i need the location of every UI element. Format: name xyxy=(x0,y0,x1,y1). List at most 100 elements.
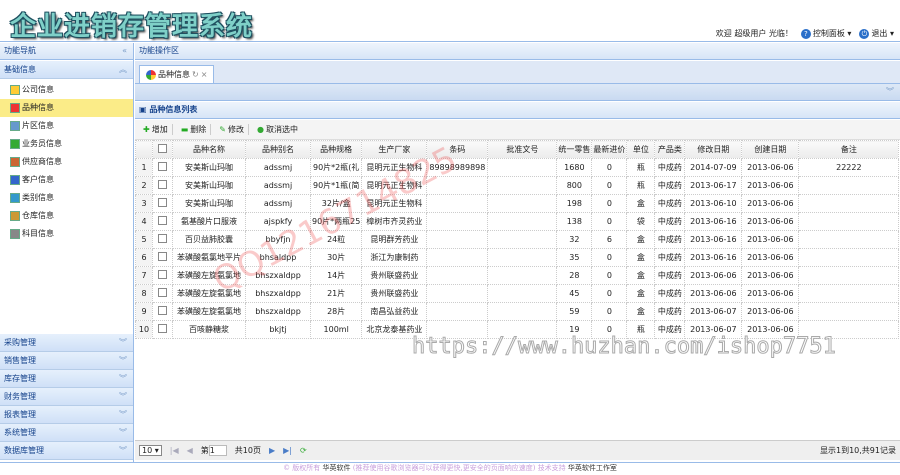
refresh-icon[interactable]: ⟳ xyxy=(300,446,307,455)
table-cell: 2013-06-06 xyxy=(741,194,800,213)
column-header[interactable]: 创建日期 xyxy=(741,140,800,159)
sidebar-item[interactable]: 客户信息 xyxy=(0,171,133,189)
accordion-group[interactable]: 销售管理 ︾ xyxy=(0,352,133,370)
table-cell xyxy=(487,230,558,249)
next-page-button[interactable]: ▶ xyxy=(269,446,275,455)
table-row[interactable]: 5 百贝益肺胶囊 bbyfjn 24粒 昆明群芳药业 32 6 盒中成药 2013-06-16 2… xyxy=(135,230,900,249)
row-checkbox[interactable] xyxy=(152,176,173,195)
help-icon: ? xyxy=(800,29,811,39)
column-header[interactable]: 品种规格 xyxy=(309,140,363,159)
table-row[interactable]: 2 安美斯山玛咖 adssmj 90片*1瓶(简 昆明元正生物科 800 0 瓶中成药 2013… xyxy=(135,176,900,195)
table-cell: 盒 xyxy=(626,194,656,213)
page-input[interactable]: 1 xyxy=(208,445,227,456)
accordion-group[interactable]: 财务管理 ︾ xyxy=(0,388,133,406)
variety-icon xyxy=(146,69,156,80)
table-cell xyxy=(426,248,489,267)
sidebar-item[interactable]: 科目信息 xyxy=(0,225,133,243)
row-checkbox[interactable] xyxy=(152,212,173,231)
table-cell: 苯磺酸左旋氨氯地 xyxy=(172,302,246,321)
prev-page-button[interactable]: ◀ xyxy=(187,446,193,455)
tab-variety-info[interactable]: 品种信息 ↻ × xyxy=(139,65,215,83)
table-row[interactable]: 1 安美斯山玛咖 adssmj 90片*2瓶(礼 昆明元正生物科 89898989898 1… xyxy=(135,158,900,177)
sidebar-item[interactable]: 片区信息 xyxy=(0,117,133,135)
table-cell: 中成药 xyxy=(654,158,686,177)
logout-icon: ⏻ xyxy=(859,29,870,39)
table-cell: 袋 xyxy=(626,212,656,231)
table-cell: 800 xyxy=(556,176,593,195)
table-cell: 百贝益肺胶囊 xyxy=(172,230,246,249)
table-row[interactable]: 8 苯磺酸左旋氨氯地 bhszxaldpp 21片 贵州联盛药业 45 0 盒中成药 2013-… xyxy=(135,284,900,303)
variety-table: 品种名称 品种别名 品种规格 生产厂家 条码 批准文号 统一零售 最新进价 单位 产品类 修改日期创… xyxy=(135,140,900,339)
accordion-group[interactable]: 数据库管理 ︾ xyxy=(0,442,133,460)
table-row[interactable]: 7 苯磺酸左旋氨氯地 bhszxaldpp 14片 贵州联盛药业 28 0 盒中成药 2013-… xyxy=(135,266,900,285)
table-cell: 35 xyxy=(556,248,593,267)
table-row[interactable]: 9 苯磺酸左旋氨氯地 bhszxaldpp 28片 南昌弘益药业 59 0 盒中成药 2013-… xyxy=(135,302,900,321)
sidebar-item[interactable]: 供应商信息 xyxy=(0,153,133,171)
select-all-checkbox[interactable] xyxy=(152,140,173,159)
table-cell: 100ml xyxy=(309,320,363,339)
row-checkbox[interactable] xyxy=(152,302,173,321)
cancel-selection-button[interactable]: ● 取消选中 xyxy=(253,124,302,135)
column-header[interactable]: 单位 xyxy=(626,140,656,159)
chevron-down-icon: ︾ xyxy=(119,446,127,455)
table-cell xyxy=(487,266,558,285)
table-cell: 198 xyxy=(556,194,593,213)
table-cell: 2014-07-09 xyxy=(684,158,743,177)
sidebar-item[interactable]: 类别信息 xyxy=(0,189,133,207)
page-size-select[interactable]: 10 ▾ xyxy=(139,445,162,456)
table-row[interactable]: 10 百咳静糖浆 bkjtj 100ml 北京龙泰基药业 19 0 瓶中成药 2013-06-0… xyxy=(135,320,900,339)
row-number: 1 xyxy=(135,158,153,177)
row-checkbox[interactable] xyxy=(152,230,173,249)
refresh-tab-icon[interactable]: ↻ xyxy=(192,66,199,83)
table-cell: 89898989898 xyxy=(426,158,489,177)
first-page-button[interactable]: |◀ xyxy=(170,446,179,455)
table-row[interactable]: 3 安美斯山玛咖 adssmj 32片/盒 昆明元正生物科 198 0 盒中成药 2013-06… xyxy=(135,194,900,213)
close-tab-icon[interactable]: × xyxy=(201,66,208,83)
chevron-up-icon: ︽ xyxy=(119,65,127,74)
last-page-button[interactable]: ▶| xyxy=(283,446,292,455)
column-header[interactable]: 产品类 xyxy=(654,140,686,159)
column-header[interactable]: 最新进价 xyxy=(591,140,628,159)
row-checkbox[interactable] xyxy=(152,266,173,285)
edit-button[interactable]: ✎ 修改 xyxy=(215,124,249,135)
row-checkbox[interactable] xyxy=(152,248,173,267)
row-checkbox[interactable] xyxy=(152,158,173,177)
table-cell xyxy=(487,212,558,231)
column-header[interactable]: 生产厂家 xyxy=(361,140,428,159)
column-header[interactable]: 品种名称 xyxy=(172,140,246,159)
sidebar-item[interactable]: 公司信息 xyxy=(0,81,133,99)
table-row[interactable]: 4 氨基酸片口服液 ajspkfy 90片*两瓶25 樟树市齐灵药业 138 0 袋中成药 20… xyxy=(135,212,900,231)
column-header[interactable]: 备注 xyxy=(798,140,900,159)
collapse-sidebar-icon[interactable]: « xyxy=(122,43,127,59)
accordion-group[interactable]: 采购管理 ︾ xyxy=(0,334,133,352)
row-checkbox[interactable] xyxy=(152,194,173,213)
chevron-down-icon: ︾ xyxy=(119,374,127,383)
accordion-group[interactable]: 报表管理 ︾ xyxy=(0,406,133,424)
column-header[interactable]: 品种别名 xyxy=(245,140,311,159)
expand-icon: ︾ xyxy=(886,87,894,96)
accordion-group[interactable]: 系统管理 ︾ xyxy=(0,424,133,442)
accordion-group[interactable]: 库存管理 ︾ xyxy=(0,370,133,388)
control-panel-menu[interactable]: ? 控制面板 ▾ xyxy=(800,28,851,39)
sidebar-item[interactable]: 仓库信息 xyxy=(0,207,133,225)
column-header[interactable]: 修改日期 xyxy=(684,140,743,159)
accordion-basic-info[interactable]: 基础信息 ︽ xyxy=(0,61,133,79)
logout-menu[interactable]: ⏻ 退出 ▾ xyxy=(859,28,894,39)
footer: © 版权所有 华英软件 (推荐使用谷歌浏览器可以获得更快,更安全的页面响应速度)… xyxy=(0,462,900,475)
row-checkbox[interactable] xyxy=(152,284,173,303)
column-header[interactable]: 统一零售 xyxy=(556,140,593,159)
sidebar-item[interactable]: 业务员信息 xyxy=(0,135,133,153)
table-cell: 贵州联盛药业 xyxy=(361,284,428,303)
sidebar-item[interactable]: 品种信息 xyxy=(0,99,133,117)
column-header[interactable]: 批准文号 xyxy=(487,140,558,159)
row-checkbox[interactable] xyxy=(152,320,173,339)
table-cell: 2013-06-06 xyxy=(741,302,800,321)
app-header: 企业进销存管理系统 欢迎 超级用户 光临！ ? 控制面板 ▾ ⏻ 退出 ▾ xyxy=(0,0,900,42)
table-cell: 2013-06-16 xyxy=(684,212,743,231)
add-button[interactable]: ✚ 增加 xyxy=(139,124,173,135)
table-row[interactable]: 6 苯磺酸氨氯地平片 bhsaldpp 30片 浙江为康制药 35 0 盒中成药 2013-06… xyxy=(135,248,900,267)
column-header[interactable]: 条码 xyxy=(426,140,489,159)
delete-button[interactable]: ▬ 删除 xyxy=(177,124,212,135)
search-panel-collapsed[interactable]: ︾ xyxy=(135,84,900,101)
table-cell: 中成药 xyxy=(654,248,686,267)
